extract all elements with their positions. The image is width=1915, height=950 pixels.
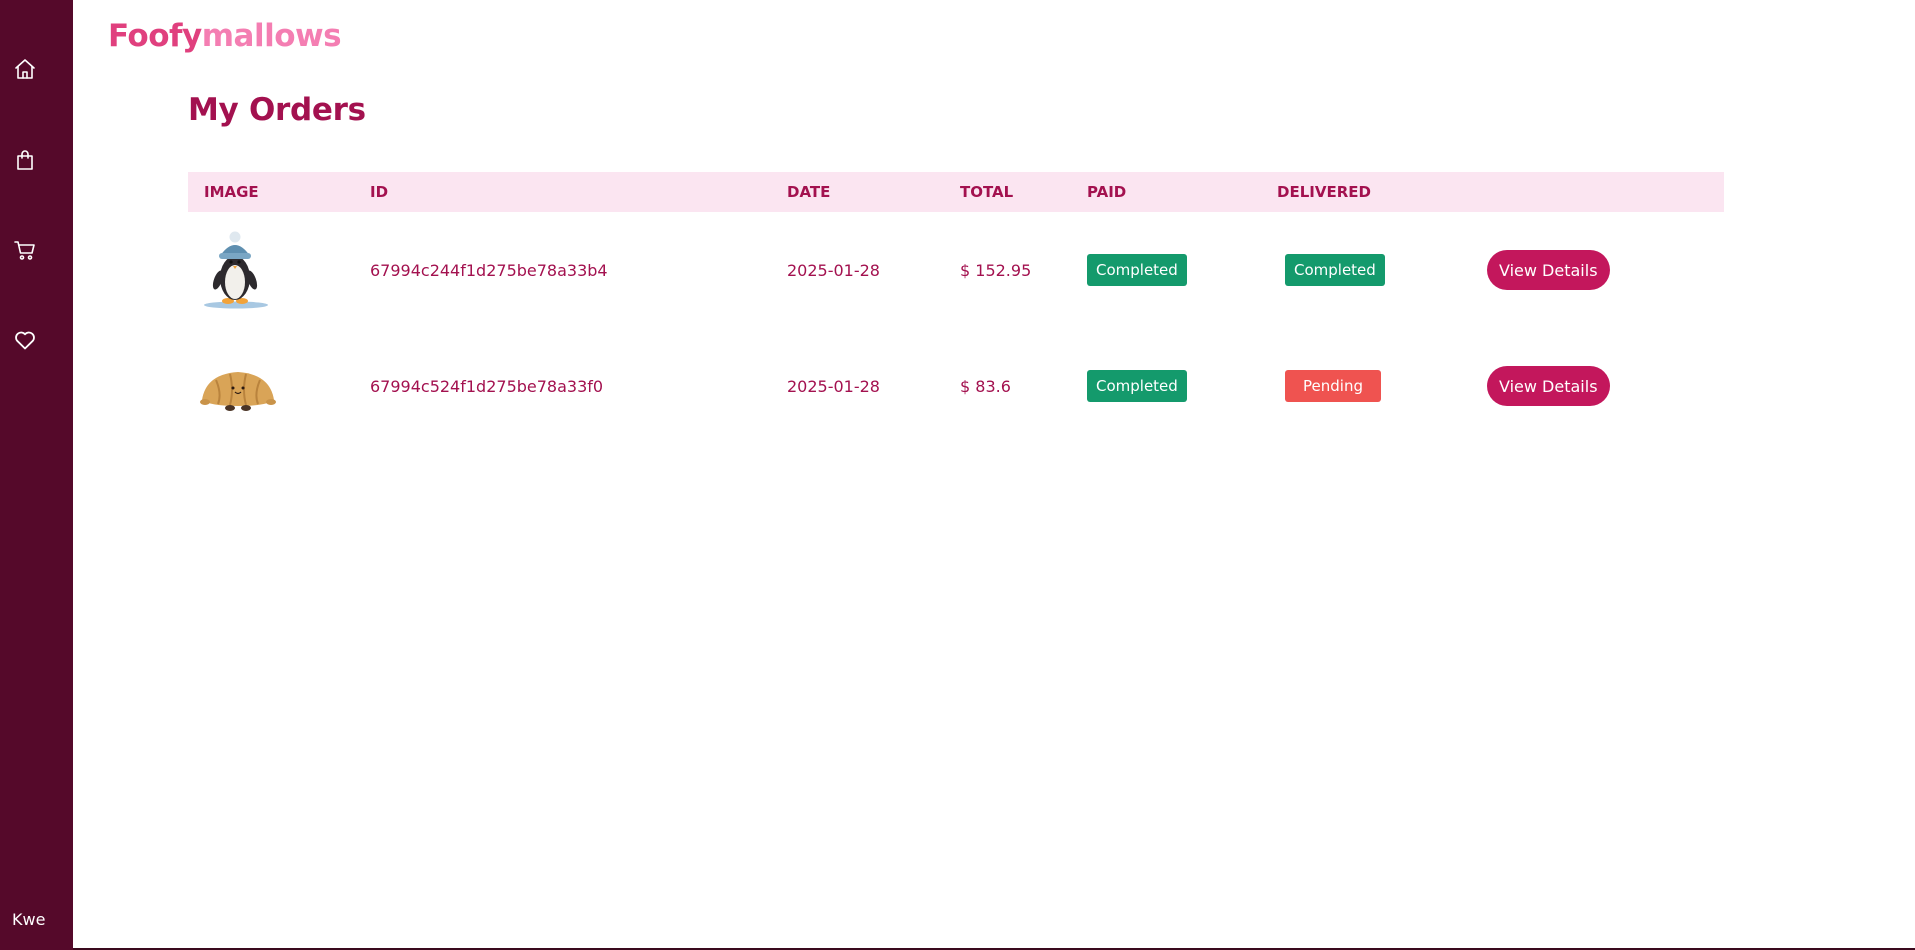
order-date: 2025-01-28 (787, 260, 880, 280)
header-actions (1487, 172, 1724, 212)
header-total: TOTAL (960, 183, 1014, 201)
paid-status-cell: Completed (1087, 212, 1277, 328)
heart-icon[interactable] (12, 327, 38, 353)
table-row: 67994c524f1d275be78a33f0 2025-01-28 $ 83… (188, 328, 1724, 444)
user-name[interactable]: Kwe (12, 910, 45, 929)
cart-icon[interactable] (12, 237, 38, 263)
view-details-button[interactable]: View Details (1487, 366, 1610, 406)
brand-logo-part2: mallows (201, 18, 342, 54)
brand-logo-part1: Foofy (108, 18, 202, 54)
order-date: 2025-01-28 (787, 376, 880, 396)
paid-status-badge: Completed (1087, 370, 1187, 402)
penguin-plush-image (204, 231, 268, 309)
home-icon[interactable] (12, 56, 38, 82)
order-id: 67994c524f1d275be78a33f0 (370, 376, 604, 396)
actions-cell: View Details (1487, 212, 1724, 328)
table-row: 67994c244f1d275be78a33b4 2025-01-28 $ 15… (188, 212, 1724, 328)
table-header-row: IMAGE ID DATE TOTAL PAID DELIVERED (188, 172, 1724, 212)
shopping-bag-icon[interactable] (12, 147, 38, 173)
header-image: IMAGE (204, 183, 259, 201)
delivered-status-badge: Pending (1285, 370, 1381, 402)
order-image-cell (188, 212, 370, 328)
paid-status-cell: Completed (1087, 328, 1277, 444)
order-total: $ 152.95 (960, 260, 1032, 280)
sidebar: Kwe (0, 0, 73, 950)
order-total: $ 83.6 (960, 376, 1011, 396)
paid-status-badge: Completed (1087, 254, 1187, 286)
orders-table: IMAGE ID DATE TOTAL PAID DELIVERED 67994… (188, 172, 1724, 444)
delivered-status-badge: Completed (1285, 254, 1385, 286)
view-details-button[interactable]: View Details (1487, 250, 1610, 290)
header-delivered: DELIVERED (1277, 183, 1371, 201)
header-paid: PAID (1087, 183, 1127, 201)
delivered-status-cell: Completed (1277, 212, 1487, 328)
order-image-cell (188, 328, 370, 444)
croissant-plush-image (200, 372, 276, 411)
page-title: My Orders (188, 92, 366, 128)
actions-cell: View Details (1487, 328, 1724, 444)
brand-logo[interactable]: Foofymallows (108, 18, 342, 54)
order-id: 67994c244f1d275be78a33b4 (370, 260, 608, 280)
header-date: DATE (787, 183, 831, 201)
delivered-status-cell: Pending (1277, 328, 1487, 444)
header-id: ID (370, 183, 389, 201)
